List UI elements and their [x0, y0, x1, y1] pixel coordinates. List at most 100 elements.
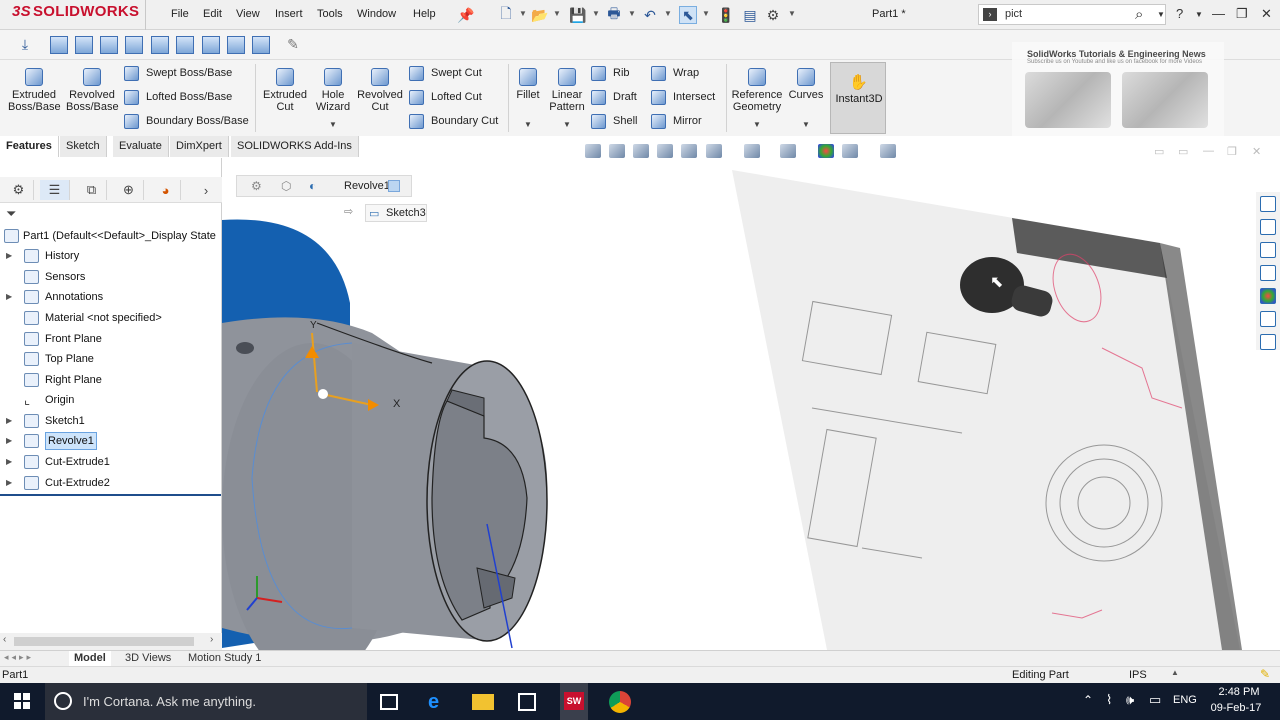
- scroll-thumb[interactable]: [14, 637, 194, 646]
- tab-scroll-arrows-icon[interactable]: ◂◂▸▸: [4, 652, 34, 663]
- rebuild-icon[interactable]: 🚦: [717, 6, 735, 24]
- tree-item-material[interactable]: Material <not specified>: [0, 308, 222, 328]
- model-view[interactable]: [222, 158, 1280, 650]
- tab-dimxpert[interactable]: DimXpert: [170, 136, 229, 157]
- dynamic-annotation-icon[interactable]: [681, 144, 697, 158]
- scene-icon[interactable]: [842, 144, 858, 158]
- viewport-restore-icon[interactable]: ❐: [1227, 145, 1237, 158]
- shell-button[interactable]: Shell: [591, 112, 637, 130]
- mirror-button[interactable]: Mirror: [651, 112, 702, 130]
- zoom-area-icon[interactable]: [609, 144, 625, 158]
- help-icon[interactable]: ?: [1176, 6, 1183, 21]
- expand-arrow-icon[interactable]: ▶: [6, 473, 12, 493]
- expand-arrow-icon[interactable]: ▶: [6, 411, 12, 431]
- chevron-down-icon[interactable]: ▼: [628, 9, 636, 18]
- new-document-icon[interactable]: 🗋: [497, 5, 515, 24]
- notification-icon[interactable]: ▭: [1149, 692, 1161, 708]
- expand-arrow-icon[interactable]: ▶: [6, 452, 12, 472]
- pin-icon[interactable]: 📌: [457, 6, 475, 24]
- menu-view[interactable]: View: [236, 8, 260, 20]
- menu-edit[interactable]: Edit: [203, 8, 222, 20]
- chevron-down-icon[interactable]: ▼: [702, 9, 710, 18]
- view-isometric-icon[interactable]: [202, 36, 220, 54]
- language-indicator[interactable]: ENG: [1173, 694, 1197, 706]
- part-breadcrumb-icon[interactable]: ⚙: [251, 179, 262, 193]
- appearance-icon[interactable]: [818, 144, 834, 158]
- tree-item-sensors[interactable]: Sensors: [0, 267, 222, 287]
- display-style-icon[interactable]: [744, 144, 760, 158]
- view-trimetric-icon[interactable]: [227, 36, 245, 54]
- chevron-down-icon[interactable]: ▼: [553, 9, 561, 18]
- configuration-manager-tab-icon[interactable]: ⧉: [77, 180, 107, 200]
- view-right-icon[interactable]: [125, 36, 143, 54]
- search-icon[interactable]: ⌕: [1135, 6, 1143, 23]
- appearances-icon[interactable]: [1260, 288, 1276, 304]
- view-back-icon[interactable]: [75, 36, 93, 54]
- view-settings-icon[interactable]: [880, 144, 896, 158]
- search-input[interactable]: pict: [1005, 8, 1022, 20]
- revolved-boss-button[interactable]: Revolved Boss/Base: [66, 68, 119, 113]
- tab-3d-views[interactable]: 3D Views: [120, 651, 176, 666]
- restore-icon[interactable]: ❐: [1236, 6, 1248, 22]
- sketch-pencil-icon[interactable]: ✎: [284, 35, 302, 53]
- view-palette-icon[interactable]: [1260, 265, 1276, 281]
- hide-show-icon[interactable]: [780, 144, 796, 158]
- menu-file[interactable]: File: [171, 8, 189, 20]
- extruded-boss-button[interactable]: Extruded Boss/Base: [8, 68, 61, 113]
- open-folder-icon[interactable]: 📂: [531, 6, 549, 24]
- swept-boss-button[interactable]: Swept Boss/Base: [124, 64, 232, 82]
- intersect-button[interactable]: Intersect: [651, 88, 715, 106]
- hole-wizard-button[interactable]: Hole Wizard: [312, 68, 354, 113]
- chevron-down-icon[interactable]: ▼: [788, 9, 796, 18]
- task-view-icon[interactable]: [380, 694, 398, 710]
- viewport-close-icon[interactable]: ✕: [1252, 145, 1261, 158]
- fillet-button[interactable]: Fillet: [512, 68, 544, 101]
- curves-button[interactable]: Curves: [788, 68, 824, 101]
- expand-arrow-icon[interactable]: ▶: [6, 246, 12, 266]
- menu-help[interactable]: Help: [413, 8, 436, 20]
- expand-arrow-icon[interactable]: ▶: [6, 431, 12, 451]
- view-top-icon[interactable]: [151, 36, 169, 54]
- revolve-breadcrumb-icon[interactable]: ◐: [309, 179, 316, 193]
- edge-browser-icon[interactable]: e: [428, 691, 450, 713]
- custom-properties-icon[interactable]: [1260, 311, 1276, 327]
- viewport-min-icon[interactable]: —: [1203, 145, 1214, 157]
- file-properties-icon[interactable]: ▤: [741, 6, 759, 24]
- chrome-icon[interactable]: [609, 691, 631, 713]
- status-units[interactable]: IPS: [1129, 669, 1147, 681]
- lofted-cut-button[interactable]: Lofted Cut: [409, 88, 482, 106]
- revolved-cut-button[interactable]: Revolved Cut: [356, 68, 404, 113]
- instant3d-button[interactable]: ✋ Instant3D: [830, 62, 886, 134]
- lofted-boss-button[interactable]: Lofted Boss/Base: [124, 88, 232, 106]
- tree-item-sketch1[interactable]: ▶ Sketch1: [0, 411, 222, 431]
- tab-evaluate[interactable]: Evaluate: [113, 136, 169, 157]
- menu-window[interactable]: Window: [357, 8, 396, 20]
- tab-addins[interactable]: SOLIDWORKS Add-Ins: [231, 136, 359, 157]
- tab-sketch[interactable]: Sketch: [60, 136, 107, 157]
- clock-time[interactable]: 2:48 PM: [1213, 686, 1265, 698]
- menu-tools[interactable]: Tools: [317, 8, 343, 20]
- filter-icon[interactable]: ⏷: [6, 206, 16, 222]
- viewport-tile-icon[interactable]: ▭: [1178, 145, 1188, 158]
- rollback-bar[interactable]: [0, 494, 221, 496]
- minimize-icon[interactable]: —: [1212, 6, 1225, 21]
- file-explorer-icon[interactable]: [1260, 242, 1276, 258]
- view-orientation-icon[interactable]: [706, 144, 722, 158]
- search-box[interactable]: › pict ⌕: [978, 4, 1166, 25]
- chevron-down-icon[interactable]: ▼: [519, 9, 527, 18]
- chevron-down-icon[interactable]: ▼: [1157, 10, 1165, 19]
- cortana-search[interactable]: I'm Cortana. Ask me anything.: [45, 683, 367, 720]
- tree-item-history[interactable]: ▶ History: [0, 246, 222, 266]
- breadcrumb-feature[interactable]: Revolve1: [344, 180, 390, 192]
- tab-model[interactable]: Model: [69, 651, 111, 666]
- insert-arrow-icon[interactable]: ⤓: [16, 35, 34, 53]
- tree-item-top-plane[interactable]: Top Plane: [0, 349, 222, 369]
- draft-button[interactable]: Draft: [591, 88, 637, 106]
- tab-features[interactable]: Features: [0, 136, 59, 157]
- store-icon[interactable]: [518, 693, 536, 711]
- body-breadcrumb-icon[interactable]: ⬡: [281, 179, 291, 193]
- chevron-down-icon[interactable]: ▼: [802, 120, 810, 129]
- chevron-down-icon[interactable]: ▼: [753, 120, 761, 129]
- display-manager-tab-icon[interactable]: ◕: [151, 180, 181, 200]
- print-icon[interactable]: 🖶: [605, 5, 623, 24]
